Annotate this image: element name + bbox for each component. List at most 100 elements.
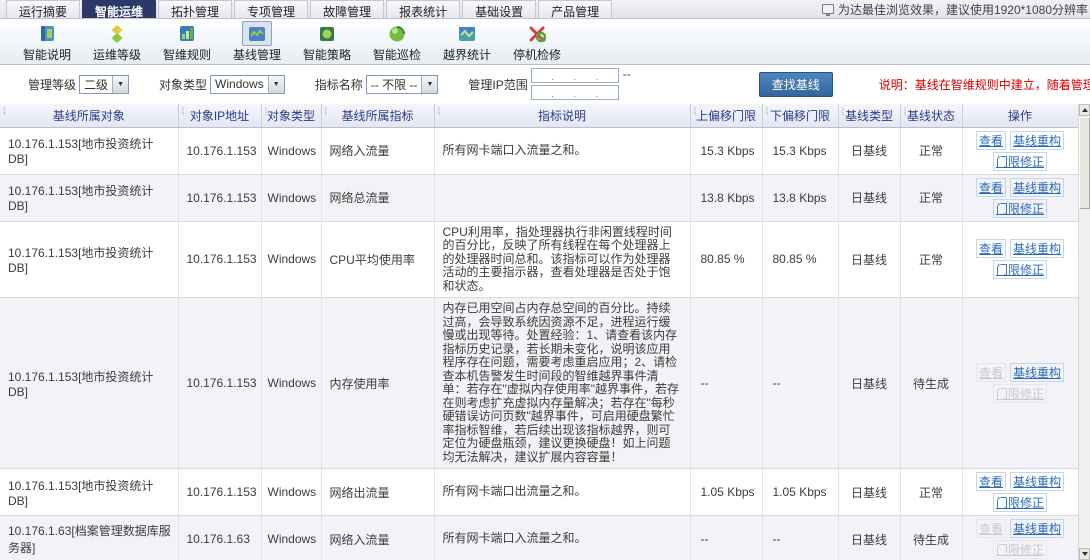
toolbar-item-智能巡检[interactable]: 智能巡检 [362, 21, 432, 63]
toolbar-item-运维等级[interactable]: 运维等级 [82, 21, 152, 63]
menu-tab[interactable]: 智能运维 [82, 0, 156, 18]
sort-handle-icon[interactable]: ⁞ [325, 108, 328, 118]
menu-tab[interactable]: 基础设置 [462, 0, 536, 18]
threshold-fix-link[interactable]: 门限修正 [993, 152, 1047, 171]
cell-upper-threshold: -- [690, 516, 762, 560]
column-header[interactable]: ⁞ 基线所属对象 [0, 104, 178, 127]
cell-ip-address: 10.176.1.153 [178, 127, 261, 174]
manage-level-label: 管理等级 [28, 76, 76, 93]
sort-handle-icon[interactable]: ⁞ [3, 108, 6, 118]
table-row: 10.176.1.153[地市投资统计DB]10.176.1.153Window… [0, 127, 1078, 174]
ip-range-start-input[interactable]: ... [531, 68, 619, 83]
chevron-down-icon[interactable]: ▼ [421, 76, 437, 93]
metric-name-select[interactable]: -- 不限 -- ▼ [366, 75, 439, 94]
object-type-label: 对象类型 [159, 76, 207, 93]
view-link: 查看 [976, 519, 1006, 538]
menu-tab[interactable]: 专项管理 [234, 0, 308, 18]
object-type-select[interactable]: Windows ▼ [210, 75, 285, 94]
cell-metric-description [434, 174, 690, 221]
view-link[interactable]: 查看 [976, 131, 1006, 150]
menu-tab[interactable]: 拓扑管理 [158, 0, 232, 18]
column-header[interactable]: ⁞下偏移门限 [762, 104, 838, 127]
toolbar-item-智能策略[interactable]: 智能策略 [292, 21, 362, 63]
baseline-table: ⁞基线所属对象⁞对象IP地址⁞对象类型⁞基线所属指标⁞指标说明⁞上偏移门限⁞下偏… [0, 104, 1079, 560]
view-link[interactable]: 查看 [976, 472, 1006, 491]
sort-handle-icon[interactable]: ⁞ [842, 108, 845, 118]
ip-range-separator: -- [623, 68, 631, 80]
object-type-value: Windows [211, 77, 268, 91]
ip-range-end-input[interactable]: ... [531, 85, 619, 100]
rebuild-baseline-link[interactable]: 基线重构 [1010, 239, 1064, 258]
cell-metric-name: 网络出流量 [321, 469, 434, 516]
column-header[interactable]: ⁞上偏移门限 [690, 104, 762, 127]
rebuild-baseline-link[interactable]: 基线重构 [1010, 472, 1064, 491]
scroll-up-button[interactable] [1079, 104, 1090, 116]
toolbar-item-智能说明[interactable]: 智能说明 [12, 21, 82, 63]
chevron-down-icon[interactable]: ▼ [268, 76, 284, 93]
cell-baseline-status: 正常 [900, 221, 962, 298]
sort-handle-icon[interactable]: ⁞ [904, 108, 907, 118]
sort-handle-icon[interactable]: ⁞ [182, 108, 185, 118]
chevron-down-icon[interactable]: ▼ [112, 76, 128, 93]
threshold-fix-link[interactable]: 门限修正 [993, 493, 1047, 512]
cell-operations: 查看基线重构门限修正 [962, 469, 1078, 516]
toolbar-item-label: 越界统计 [443, 46, 491, 63]
column-header[interactable]: ⁞基线所属指标 [321, 104, 434, 127]
menu-tab[interactable]: 运行摘要 [6, 0, 80, 18]
toolbar-item-基线管理[interactable]: 基线管理 [222, 21, 292, 63]
cell-metric-description: 所有网卡端口出流量之和。 [434, 469, 690, 516]
cell-ip-address: 10.176.1.153 [178, 469, 261, 516]
sort-handle-icon[interactable]: ⁞ [438, 108, 441, 118]
column-header[interactable]: 操作 [962, 104, 1078, 127]
vertical-scrollbar[interactable] [1078, 104, 1090, 560]
column-header-label: 基线所属对象 [53, 109, 125, 123]
toolbar-item-越界统计[interactable]: 越界统计 [432, 21, 502, 63]
cell-object: 10.176.1.153[地市投资统计DB] [0, 298, 178, 469]
rebuild-baseline-link[interactable]: 基线重构 [1010, 131, 1064, 150]
baseline-table-wrap: ⁞基线所属对象⁞对象IP地址⁞对象类型⁞基线所属指标⁞指标说明⁞上偏移门限⁞下偏… [0, 104, 1090, 560]
menu-tab[interactable]: 产品管理 [538, 0, 612, 18]
column-header-label: 对象类型 [267, 109, 315, 123]
scrollbar-thumb[interactable] [1079, 117, 1090, 209]
menu-tab[interactable]: 报表统计 [386, 0, 460, 18]
sort-handle-icon[interactable]: ⁞ [766, 108, 769, 118]
column-header-label: 对象IP地址 [190, 109, 249, 123]
sort-handle-icon[interactable]: ⁞ [265, 108, 268, 118]
manage-level-select[interactable]: 二级 ▼ [79, 75, 129, 94]
view-link[interactable]: 查看 [976, 239, 1006, 258]
column-header[interactable]: ⁞ 对象IP地址 [178, 104, 261, 127]
rebuild-baseline-link[interactable]: 基线重构 [1010, 178, 1064, 197]
view-link[interactable]: 查看 [976, 178, 1006, 197]
overbound-stats-icon [452, 21, 482, 46]
rebuild-baseline-link[interactable]: 基线重构 [1010, 363, 1064, 382]
rebuild-baseline-link[interactable]: 基线重构 [1010, 519, 1064, 538]
toolbar-item-label: 运维等级 [93, 46, 141, 63]
toolbar-item-智维规则[interactable]: 智维规则 [152, 21, 222, 63]
app-window: 运行摘要智能运维拓扑管理专项管理故障管理报表统计基础设置产品管理 为达最佳浏览效… [0, 0, 1090, 560]
column-header[interactable]: ⁞基线类型 [838, 104, 900, 127]
table-body: 10.176.1.153[地市投资统计DB]10.176.1.153Window… [0, 127, 1078, 560]
column-header-label: 基线类型 [845, 109, 893, 123]
cell-upper-threshold: 80.85 % [690, 221, 762, 298]
cell-baseline-type: 日基线 [838, 298, 900, 469]
scroll-down-button[interactable] [1079, 548, 1090, 560]
threshold-fix-link[interactable]: 门限修正 [993, 260, 1047, 279]
column-header-label: 上偏移门限 [696, 109, 756, 123]
column-header[interactable]: ⁞指标说明 [434, 104, 690, 127]
menu-tab[interactable]: 故障管理 [310, 0, 384, 18]
table-row: 10.176.1.153[地市投资统计DB]10.176.1.153Window… [0, 469, 1078, 516]
column-header-label: 操作 [1008, 109, 1032, 123]
cell-ip-address: 10.176.1.153 [178, 298, 261, 469]
cell-upper-threshold: -- [690, 298, 762, 469]
toolbar-item-停机检修[interactable]: 停机检修 [502, 21, 572, 63]
arrow-down-icon [1082, 552, 1088, 556]
cell-object: 10.176.1.63[档案管理数据库服务器] [0, 516, 178, 560]
threshold-fix-link[interactable]: 门限修正 [993, 199, 1047, 218]
column-header[interactable]: ⁞基线状态 [900, 104, 962, 127]
cell-operations: 查看基线重构门限修正 [962, 174, 1078, 221]
cell-object: 10.176.1.153[地市投资统计DB] [0, 469, 178, 516]
cell-ip-address: 10.176.1.153 [178, 221, 261, 298]
column-header[interactable]: ⁞对象类型 [261, 104, 321, 127]
sort-handle-icon[interactable]: ⁞ [694, 108, 697, 118]
find-baseline-button[interactable]: 查找基线 [759, 72, 833, 97]
